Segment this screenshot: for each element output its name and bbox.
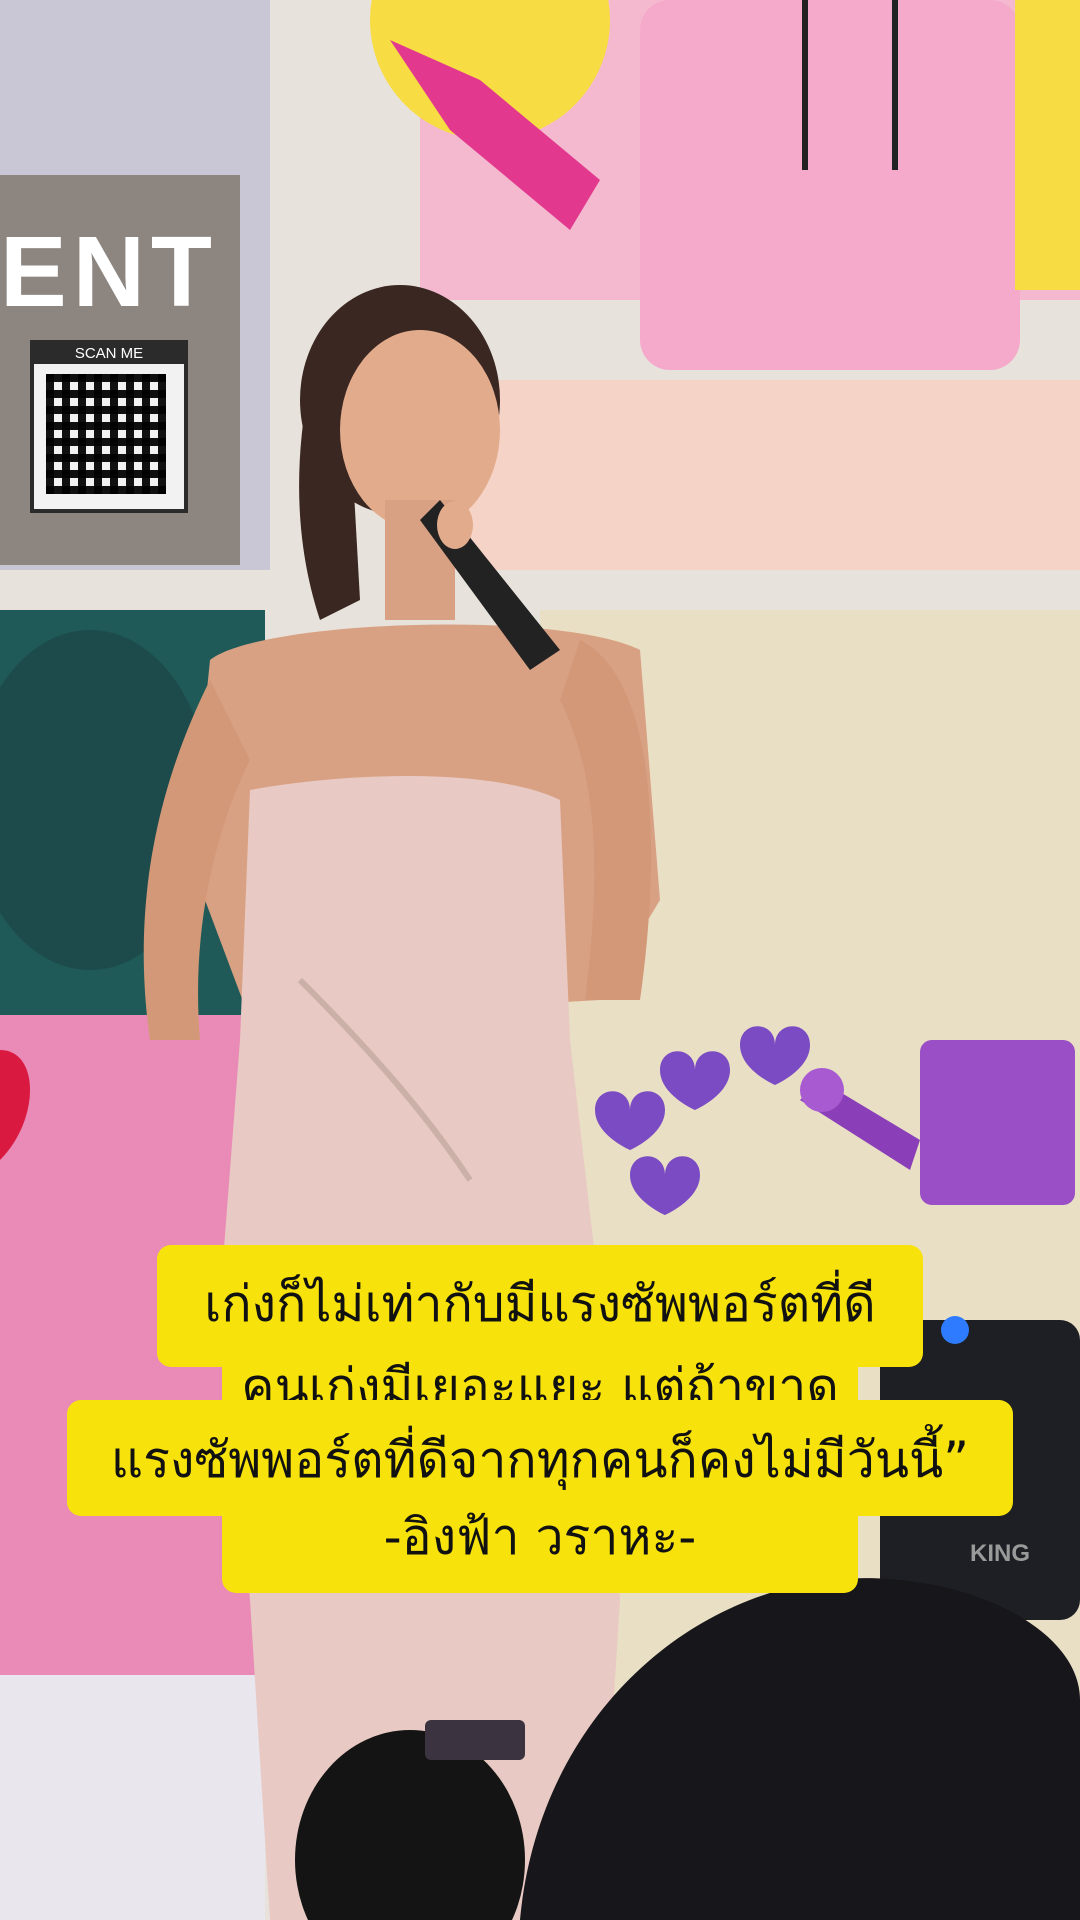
caption: เก่งก็ไม่เท่ากับมีแรงซัพพอร์ตที่ดี คนเก่…: [0, 1245, 1080, 1595]
sign-text: ENT: [0, 216, 218, 328]
qr-label: SCAN ME: [34, 344, 184, 364]
backdrop-panel-peach: [420, 380, 1080, 570]
qr-code: SCAN ME: [30, 340, 188, 513]
phone: [425, 1720, 525, 1760]
caption-attribution: -อิงฟ้า วราหะ-: [222, 1495, 858, 1593]
pink-hoodie: [640, 0, 1020, 370]
